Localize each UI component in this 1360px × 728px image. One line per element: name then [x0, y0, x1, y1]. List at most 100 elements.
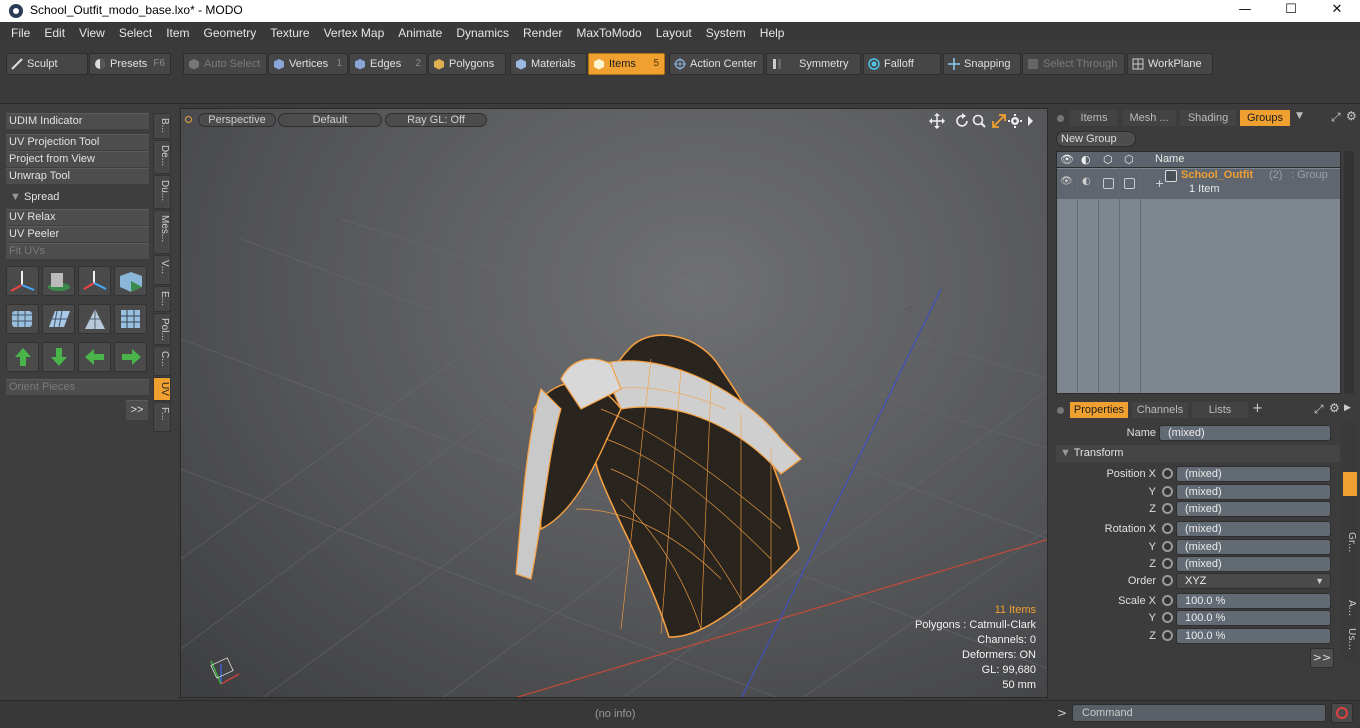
scale-x-anim-dot-icon[interactable] — [1162, 595, 1173, 606]
expand-panel-button[interactable]: >> — [126, 400, 148, 420]
name-field[interactable]: (mixed) — [1159, 425, 1331, 441]
vtab-polygon[interactable]: Pol... — [153, 313, 171, 345]
tab-shading[interactable]: Shading — [1180, 110, 1236, 126]
tab-items[interactable]: Items — [1070, 110, 1118, 126]
vtab-vertex[interactable]: V... — [153, 255, 171, 285]
close-button[interactable]: ✕ — [1314, 0, 1360, 22]
menu-geometry[interactable]: Geometry — [197, 26, 264, 40]
record-macro-button[interactable] — [1331, 703, 1353, 723]
position-y-anim-dot-icon[interactable] — [1162, 486, 1173, 497]
action-center-button[interactable]: Action Center — [669, 53, 764, 75]
items-button[interactable]: Items 5 — [588, 53, 665, 75]
vtab-uv[interactable]: UV — [153, 377, 171, 401]
position-x-field[interactable]: (mixed) — [1176, 466, 1331, 482]
panel-settings-gear-icon[interactable]: ⚙ — [1346, 109, 1357, 123]
align-right-tile[interactable] — [114, 342, 147, 372]
properties-more-button[interactable]: >> — [1310, 648, 1334, 668]
rotation-y-anim-dot-icon[interactable] — [1162, 541, 1173, 552]
tab-lists[interactable]: Lists — [1192, 402, 1248, 418]
position-z-anim-dot-icon[interactable] — [1162, 503, 1173, 514]
align-left-tile[interactable] — [78, 342, 111, 372]
command-input[interactable]: Command — [1072, 704, 1326, 722]
minimize-button[interactable]: — — [1222, 0, 1268, 22]
symmetry-button[interactable]: Symmetry — [766, 53, 861, 75]
uv-transform-tile[interactable] — [6, 266, 39, 296]
sculpt-button[interactable]: Sculpt — [6, 53, 88, 75]
vtab-deform[interactable]: De... — [153, 140, 171, 174]
spread-section[interactable]: ▼ Spread — [6, 190, 149, 206]
uv-rotate-tile[interactable] — [42, 266, 75, 296]
order-anim-dot-icon[interactable] — [1162, 575, 1173, 586]
menu-dynamics[interactable]: Dynamics — [449, 26, 516, 40]
select-through-button[interactable]: Select Through — [1022, 53, 1125, 75]
menu-edit[interactable]: Edit — [37, 26, 72, 40]
udim-indicator-button[interactable]: UDIM Indicator — [6, 113, 149, 129]
tab-mesh[interactable]: Mesh ... — [1122, 110, 1176, 126]
vtab-duplicate[interactable]: Du... — [153, 175, 171, 209]
falloff-button[interactable]: Falloff — [863, 53, 941, 75]
align-up-tile[interactable] — [6, 342, 39, 372]
menu-layout[interactable]: Layout — [649, 26, 699, 40]
uv-move-tile[interactable] — [78, 266, 111, 296]
uv-planar-tile[interactable] — [42, 304, 75, 334]
project-from-view-button[interactable]: Project from View — [6, 151, 149, 167]
3d-viewport[interactable]: Perspective Default Ray GL: Off -z 11 It… — [180, 108, 1048, 698]
groups-scrollbar[interactable] — [1344, 151, 1354, 394]
expand-plus-icon[interactable]: + — [1155, 177, 1164, 190]
properties-options-dot-icon[interactable] — [1057, 407, 1064, 414]
menu-help[interactable]: Help — [753, 26, 792, 40]
menu-item[interactable]: Item — [159, 26, 196, 40]
rotation-x-anim-dot-icon[interactable] — [1162, 523, 1173, 534]
visibility-eye-icon[interactable]: 👁 — [1060, 153, 1074, 166]
panel-options-dot-icon[interactable] — [1057, 115, 1064, 122]
row-render-icon[interactable]: ◐ — [1082, 176, 1091, 187]
render-toggle-icon[interactable]: ◐ — [1081, 153, 1091, 166]
maximize-button[interactable]: ☐ — [1268, 0, 1314, 22]
order-dropdown[interactable]: XYZ ▼ — [1176, 573, 1331, 589]
tab-channels[interactable]: Channels — [1132, 402, 1188, 418]
menu-view[interactable]: View — [72, 26, 112, 40]
select-cube-icon[interactable]: ⬡ — [1124, 153, 1134, 166]
uv-projection-tool-button[interactable]: UV Projection Tool — [6, 134, 149, 150]
side-tab-assembly[interactable]: A... — [1343, 600, 1357, 616]
uv-relax-button[interactable]: UV Relax — [6, 209, 149, 225]
unwrap-tool-button[interactable]: Unwrap Tool — [6, 168, 149, 184]
new-group-button[interactable]: New Group — [1056, 131, 1136, 147]
vtab-fusion[interactable]: F... — [153, 402, 171, 432]
properties-gear-icon[interactable]: ⚙ — [1329, 401, 1340, 415]
add-tab-button[interactable]: + — [1252, 401, 1263, 416]
vtab-basic[interactable]: B... — [153, 113, 171, 139]
position-z-field[interactable]: (mixed) — [1176, 501, 1331, 517]
scale-x-field[interactable]: 100.0 % — [1176, 593, 1331, 609]
menu-animate[interactable]: Animate — [391, 26, 449, 40]
side-tab-active[interactable] — [1343, 472, 1357, 496]
rotation-z-anim-dot-icon[interactable] — [1162, 558, 1173, 569]
materials-button[interactable]: Materials — [510, 53, 587, 75]
menu-texture[interactable]: Texture — [263, 26, 316, 40]
group-row-school-outfit[interactable]: 👁 ◐ + School_Outfit (2) : Group 1 Item — [1057, 169, 1340, 199]
vtab-edge[interactable]: E... — [153, 286, 171, 312]
rotation-y-field[interactable]: (mixed) — [1176, 539, 1331, 555]
tab-properties[interactable]: Properties — [1070, 402, 1128, 418]
lock-cube-icon[interactable]: ⬡ — [1103, 153, 1113, 166]
vtab-curve[interactable]: C... — [153, 346, 171, 376]
position-x-anim-dot-icon[interactable] — [1162, 468, 1173, 479]
scale-y-anim-dot-icon[interactable] — [1162, 612, 1173, 623]
orient-pieces-button[interactable]: Orient Pieces — [6, 379, 149, 395]
menu-vertex-map[interactable]: Vertex Map — [317, 26, 392, 40]
properties-menu-chevron-icon[interactable]: ▶ — [1344, 403, 1351, 413]
uv-sphere-tile[interactable] — [6, 304, 39, 334]
menu-select[interactable]: Select — [112, 26, 159, 40]
tabs-dropdown-chevron-icon[interactable]: ▼ — [1296, 111, 1303, 121]
scale-z-anim-dot-icon[interactable] — [1162, 630, 1173, 641]
uv-cone-tile[interactable] — [78, 304, 111, 334]
snapping-button[interactable]: Snapping — [943, 53, 1021, 75]
scale-y-field[interactable]: 100.0 % — [1176, 610, 1331, 626]
auto-select-button[interactable]: Auto Select — [183, 53, 267, 75]
menu-render[interactable]: Render — [516, 26, 569, 40]
menu-maxtomodo[interactable]: MaxToModo — [569, 26, 648, 40]
workplane-button[interactable]: WorkPlane — [1127, 53, 1213, 75]
row-lock-box-icon[interactable] — [1103, 178, 1114, 189]
row-visibility-eye-icon[interactable]: 👁 — [1060, 176, 1073, 187]
menu-file[interactable]: File — [4, 26, 37, 40]
